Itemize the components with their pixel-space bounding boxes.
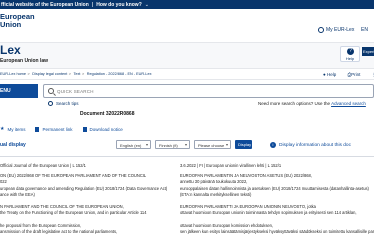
menu-button[interactable]: ENU: [0, 84, 38, 98]
language-selector[interactable]: EN: [361, 27, 368, 33]
quick-search[interactable]: [43, 84, 374, 98]
breadcrumb-display[interactable]: Display legal content: [32, 72, 67, 76]
breadcrumb-current: Regulation - 2022/868 - EN - EUR-Lex: [86, 72, 152, 76]
eurlex-title[interactable]: Lex: [0, 44, 21, 57]
language-selects: English (en) Finnish (fi) Please choose …: [116, 140, 252, 149]
official-website-text: fficial website of the European Union: [1, 1, 89, 8]
experimental-features-button[interactable]: Experimental features: [362, 47, 374, 56]
my-items-link[interactable]: ★ My items: [0, 126, 25, 132]
english-text-column: Official Journal of the European Union |…: [0, 163, 176, 235]
search-icon[interactable]: [48, 88, 54, 94]
help-link[interactable]: ● Help: [323, 72, 341, 77]
text-line: ansmission of the draft legislative act …: [0, 228, 118, 234]
text-line: uropean data governance and amending Reg…: [0, 185, 168, 191]
breadcrumb: EUR-Lex home > Display legal content > Tex…: [0, 72, 152, 76]
eurlex-brand-bar: Lex European Union law ? Help Experiment…: [0, 42, 374, 68]
language-select-2[interactable]: Finnish (fi): [155, 140, 190, 149]
breadcrumb-text[interactable]: Text: [74, 72, 81, 76]
text-line: sen jälkeen kun esitys lainsäätämisjärje…: [180, 228, 374, 234]
text-line: eurooppalaisen datan hallinnoinnista ja …: [180, 185, 369, 191]
quick-search-input[interactable]: [57, 87, 357, 96]
info-icon: i: [270, 142, 276, 148]
site-header: European Union My EUR-Lex EN: [0, 9, 374, 42]
link-icon: [35, 126, 40, 132]
search-tips-link[interactable]: Search tips: [48, 101, 79, 106]
text-line: ottavat huomioon Euroopan unionin toimin…: [180, 210, 357, 216]
star-icon: ★: [0, 126, 5, 132]
language-select-3[interactable]: Please choose: [194, 140, 231, 149]
breadcrumb-bar: EUR-Lex home > Display legal content > Tex…: [0, 68, 374, 80]
how-do-you-know-link[interactable]: How do you know?: [96, 2, 142, 8]
question-icon: ?: [347, 48, 354, 55]
display-button[interactable]: Display: [235, 140, 252, 149]
advanced-search-link[interactable]: Advanced search: [331, 101, 366, 106]
download-icon: [82, 126, 87, 132]
user-icon: [318, 27, 324, 33]
download-notice-link[interactable]: Download notice: [82, 126, 123, 132]
my-eurlex-link[interactable]: My EUR-Lex: [318, 27, 354, 33]
official-eu-bar: fficial website of the European Union | …: [0, 0, 374, 9]
help-button[interactable]: ? Help: [340, 46, 360, 62]
multilingual-display-label: ual display: [0, 142, 26, 148]
eurlex-subtitle: European Union law: [0, 58, 49, 64]
page-tools: ● Help ⎙Print ⋮: [323, 72, 374, 78]
document-title: Document 32022R0868: [80, 111, 135, 117]
chevron-down-icon[interactable]: ⌄: [145, 2, 149, 8]
breadcrumb-home[interactable]: EUR-Lex home: [0, 72, 26, 76]
print-link[interactable]: ⎙Print: [348, 72, 366, 77]
divider: [0, 156, 374, 157]
language-select-1[interactable]: English (en): [116, 140, 151, 149]
permanent-link[interactable]: Permanent link: [35, 126, 73, 132]
eu-logo[interactable]: European Union: [0, 13, 35, 28]
finnish-text-column: 3.6.2022 | FI | Euroopan unionin viralli…: [180, 163, 374, 235]
display-info-link[interactable]: i Display information about this doc: [270, 142, 351, 148]
advanced-search-prompt: Need more search options? Use the Advanc…: [258, 101, 366, 106]
search-tips-icon: [48, 101, 53, 106]
document-actions: ★ My items Permanent link Download notic…: [0, 126, 133, 132]
